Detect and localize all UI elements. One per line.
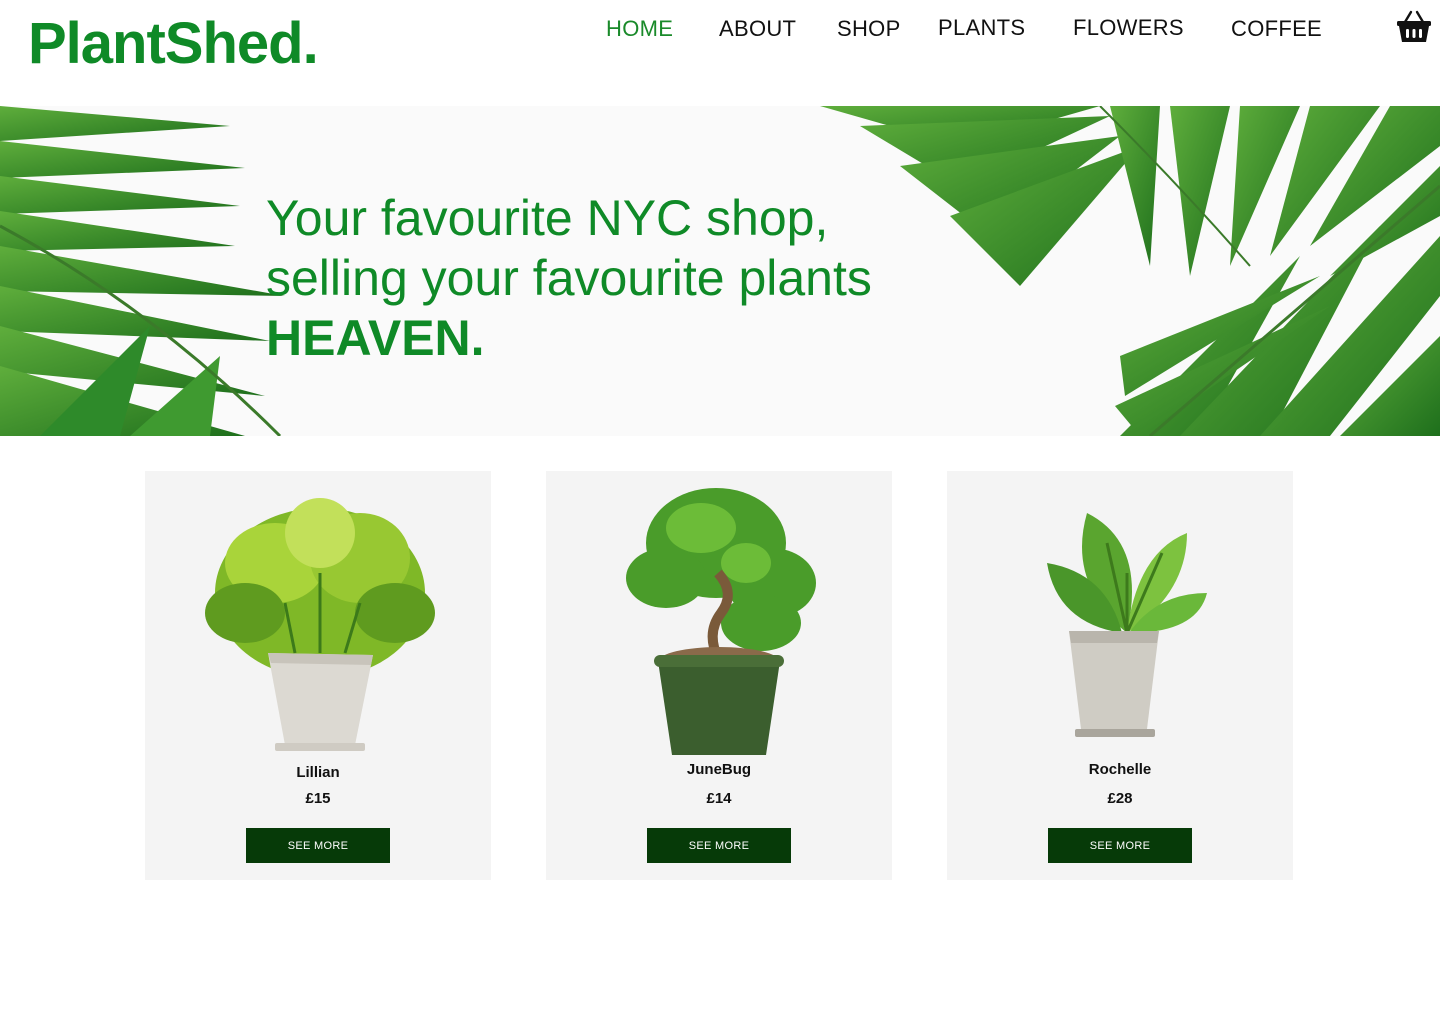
bonsai-plant-image <box>626 488 816 755</box>
hero-line-1: Your favourite NYC shop, <box>266 190 829 246</box>
product-price: £15 <box>305 790 331 807</box>
product-card: JuneBug £14 SEE MORE <box>546 471 892 880</box>
anthurium-plant-image <box>1047 513 1207 737</box>
nav-about[interactable]: ABOUT <box>719 16 796 42</box>
nav-flowers[interactable]: FLOWERS <box>1073 15 1184 41</box>
product-card: Lillian £15 SEE MORE <box>145 471 491 880</box>
see-more-button[interactable]: SEE MORE <box>1048 828 1192 863</box>
nav-coffee[interactable]: COFFEE <box>1231 16 1322 42</box>
nav-home[interactable]: HOME <box>606 16 673 42</box>
hero-line-2: selling your favourite plants <box>266 250 872 306</box>
hero-line-3: HEAVEN. <box>266 310 485 366</box>
nav-shop[interactable]: SHOP <box>837 16 901 42</box>
see-more-button[interactable]: SEE MORE <box>246 828 390 863</box>
product-name: Lillian <box>296 764 340 781</box>
page: PlantShed. HOME ABOUT SHOP PLANTS FLOWER… <box>0 0 1440 1024</box>
basket-icon[interactable] <box>1396 10 1432 44</box>
hero-headline: Your favourite NYC shop, selling your fa… <box>266 188 872 368</box>
dieffenbachia-plant-image <box>205 498 435 751</box>
product-price: £14 <box>706 790 732 807</box>
product-price: £28 <box>1107 790 1133 807</box>
nav-plants[interactable]: PLANTS <box>938 15 1025 41</box>
product-card: Rochelle £28 SEE MORE <box>947 471 1293 880</box>
main-nav: HOME ABOUT SHOP PLANTS FLOWERS COFFEE <box>0 0 1440 60</box>
product-name: Rochelle <box>1088 761 1152 778</box>
hero-banner: Your favourite NYC shop, selling your fa… <box>0 106 1440 436</box>
product-name: JuneBug <box>686 761 752 778</box>
see-more-button[interactable]: SEE MORE <box>647 828 791 863</box>
